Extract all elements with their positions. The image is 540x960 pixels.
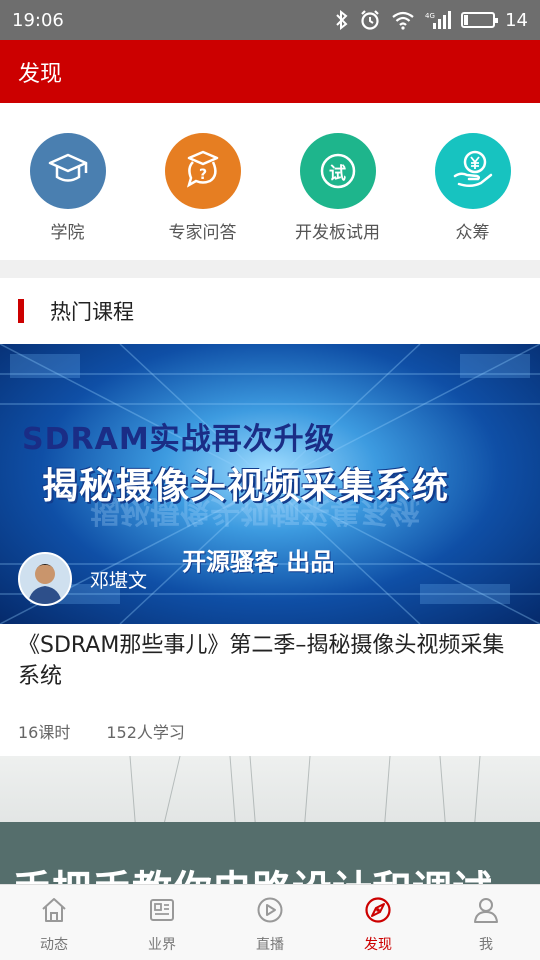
board-trial-circle: 试 <box>299 133 376 209</box>
crowdfunding-circle <box>434 133 511 209</box>
svg-text:4G: 4G <box>425 12 435 20</box>
trial-icon-glyph: 试 <box>329 163 346 184</box>
quick-entry-label: 开发板试用 <box>295 223 380 243</box>
course-lessons: 16课时 <box>18 723 71 742</box>
battery-icon <box>461 12 499 28</box>
section-title: 热门课程 <box>50 300 134 324</box>
page-title: 发现 <box>18 61 63 87</box>
battery-level: 14 <box>505 9 528 31</box>
quick-entry-crowdfunding[interactable]: 众筹 <box>413 133 533 260</box>
quick-entry-label: 学院 <box>50 223 85 243</box>
nav-item-industry[interactable]: 业界 <box>108 885 216 960</box>
hot-courses-header: 热门课程 <box>0 278 540 344</box>
graduation-cap-icon <box>46 149 90 193</box>
nav-label: 动态 <box>40 937 68 953</box>
course-meta: 16课时 152人学习 <box>18 719 185 743</box>
quick-entry-board-trial[interactable]: 试 开发板试用 <box>278 133 398 260</box>
nav-item-dynamic[interactable]: 动态 <box>0 885 108 960</box>
bottom-nav: 动态 业界 直播 发现 我 <box>0 884 540 960</box>
section-accent-bar <box>18 299 24 323</box>
nav-label: 我 <box>479 937 493 953</box>
home-icon <box>39 895 69 925</box>
course-banner-2[interactable]: 手把手教你电路设计和调试 <box>0 756 540 884</box>
play-icon <box>255 895 285 925</box>
course-learners: 152人学习 <box>106 723 185 742</box>
banner-producer: 开源骚客 出品 <box>182 548 335 576</box>
nav-item-discover[interactable]: 发现 <box>324 885 432 960</box>
quick-entry-academy[interactable]: 学院 <box>8 133 128 260</box>
wifi-icon <box>391 10 415 30</box>
course-banner[interactable]: SDRAM实战再次升级 揭秘摄像头视频采集系统 揭秘摄像头视频采集系统 开源骚客… <box>0 344 540 624</box>
nav-label: 直播 <box>256 937 284 953</box>
status-icons: 4G 14 <box>335 9 528 31</box>
course-title[interactable]: 《SDRAM那些事儿》第二季–揭秘摄像头视频采集系统 <box>18 630 523 692</box>
quick-entry-label: 专家问答 <box>168 223 237 243</box>
svg-text:?: ? <box>199 167 207 183</box>
trial-icon: 试 <box>318 151 358 191</box>
banner-subtitle: SDRAM实战再次升级 <box>22 422 336 457</box>
cellular-signal-icon: 4G <box>425 10 452 30</box>
section-divider <box>0 260 540 278</box>
academy-circle <box>29 133 106 209</box>
crowdfunding-icon <box>451 148 495 194</box>
nav-item-me[interactable]: 我 <box>432 885 540 960</box>
bluetooth-icon <box>335 10 349 30</box>
quick-entry-expert-qa[interactable]: ? 专家问答 <box>143 133 263 260</box>
news-icon <box>147 895 177 925</box>
expert-question-icon: ? <box>181 148 225 194</box>
status-bar: 19:06 4G 14 <box>0 0 540 40</box>
nav-item-live[interactable]: 直播 <box>216 885 324 960</box>
banner-title: 揭秘摄像头视频采集系统 <box>42 466 450 507</box>
expert-qa-circle: ? <box>164 133 241 209</box>
quick-entries: 学院 ? 专家问答 试 开发板试用 众筹 <box>0 103 540 260</box>
nav-label: 业界 <box>148 937 176 953</box>
quick-entry-label: 众筹 <box>455 223 490 243</box>
author-avatar[interactable] <box>18 552 72 606</box>
discover-icon <box>363 895 393 925</box>
author-name[interactable]: 邓堪文 <box>90 566 147 593</box>
alarm-icon <box>359 9 381 31</box>
banner2-title: 手把手教你电路设计和调试 <box>12 858 492 884</box>
nav-label: 发现 <box>364 937 392 953</box>
status-time: 19:06 <box>12 9 64 31</box>
profile-icon <box>471 895 501 925</box>
app-bar: 发现 <box>0 40 540 103</box>
